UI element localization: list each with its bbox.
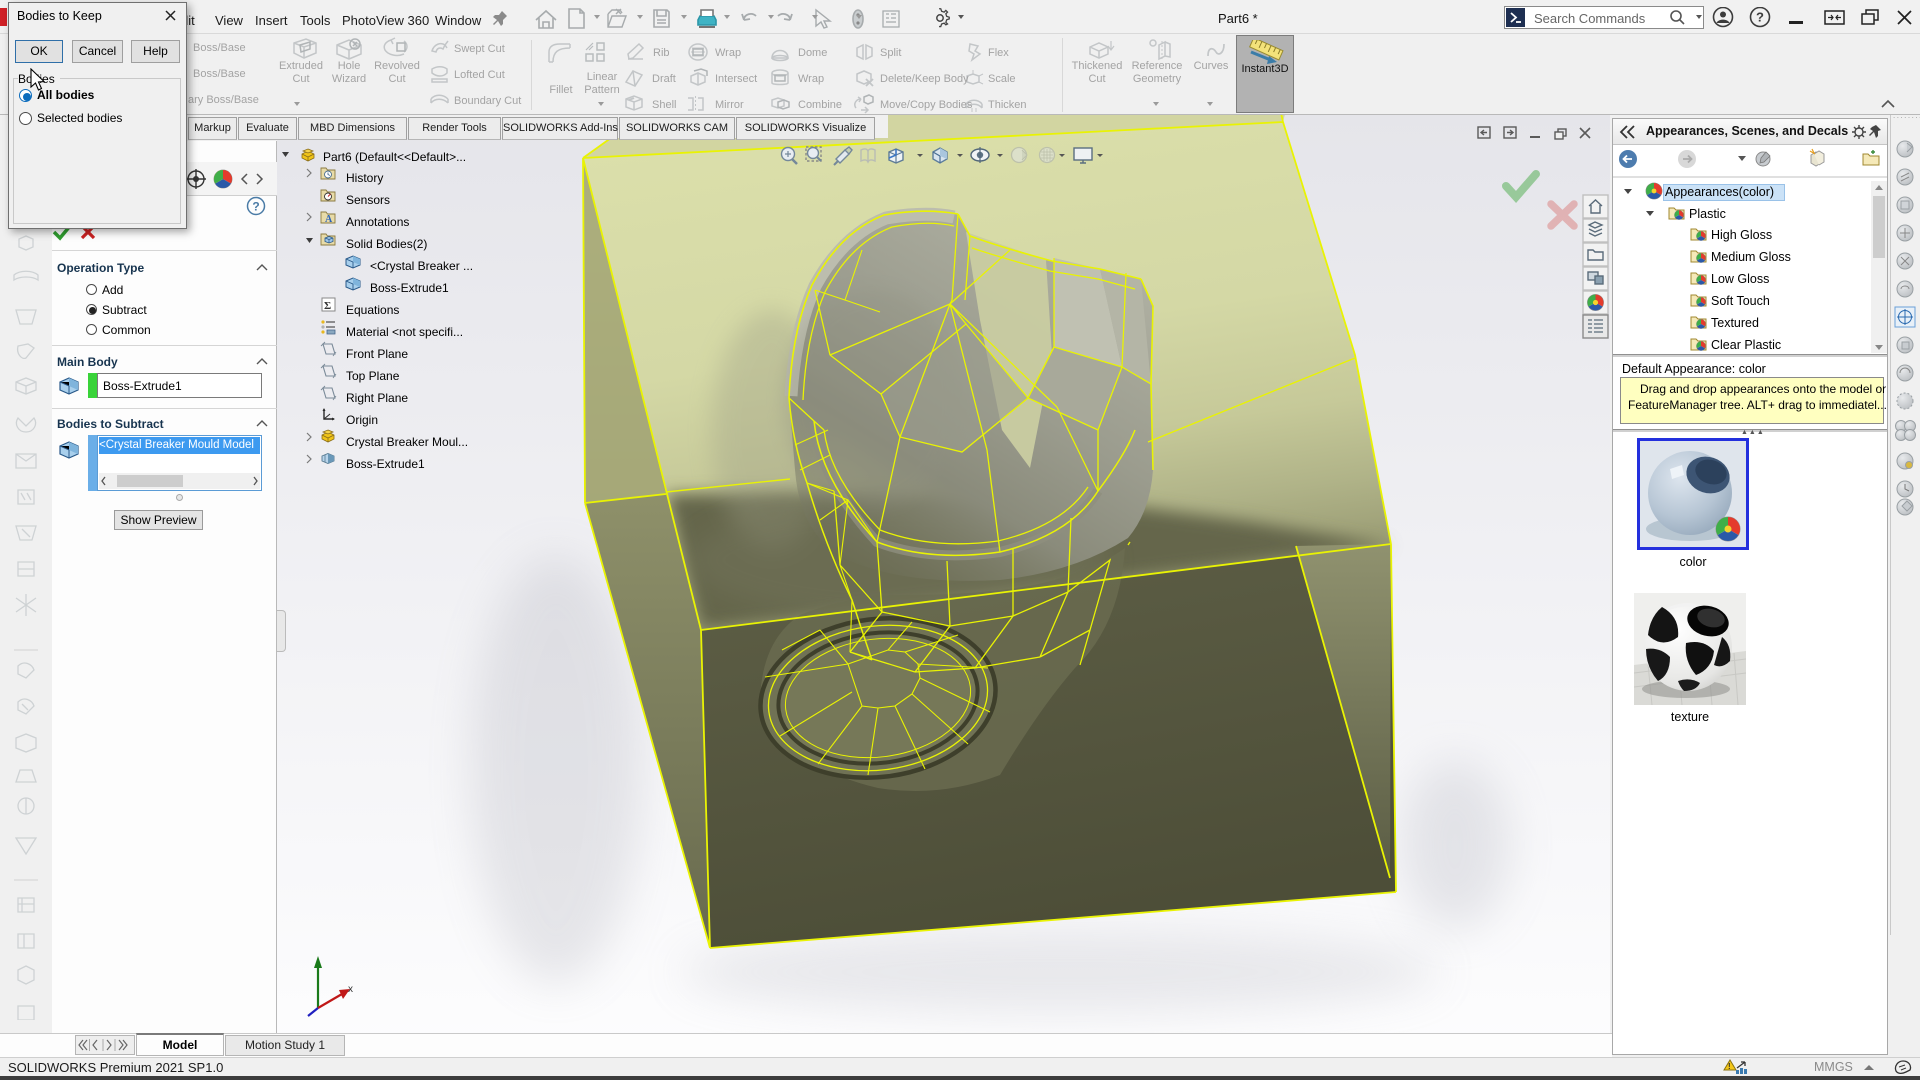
- svg-text:x: x: [348, 984, 353, 995]
- svg-text:A: A: [325, 214, 333, 225]
- svg-text:!: !: [1728, 1062, 1731, 1071]
- svg-text:Σ: Σ: [324, 300, 331, 312]
- svg-text:?: ?: [252, 200, 259, 214]
